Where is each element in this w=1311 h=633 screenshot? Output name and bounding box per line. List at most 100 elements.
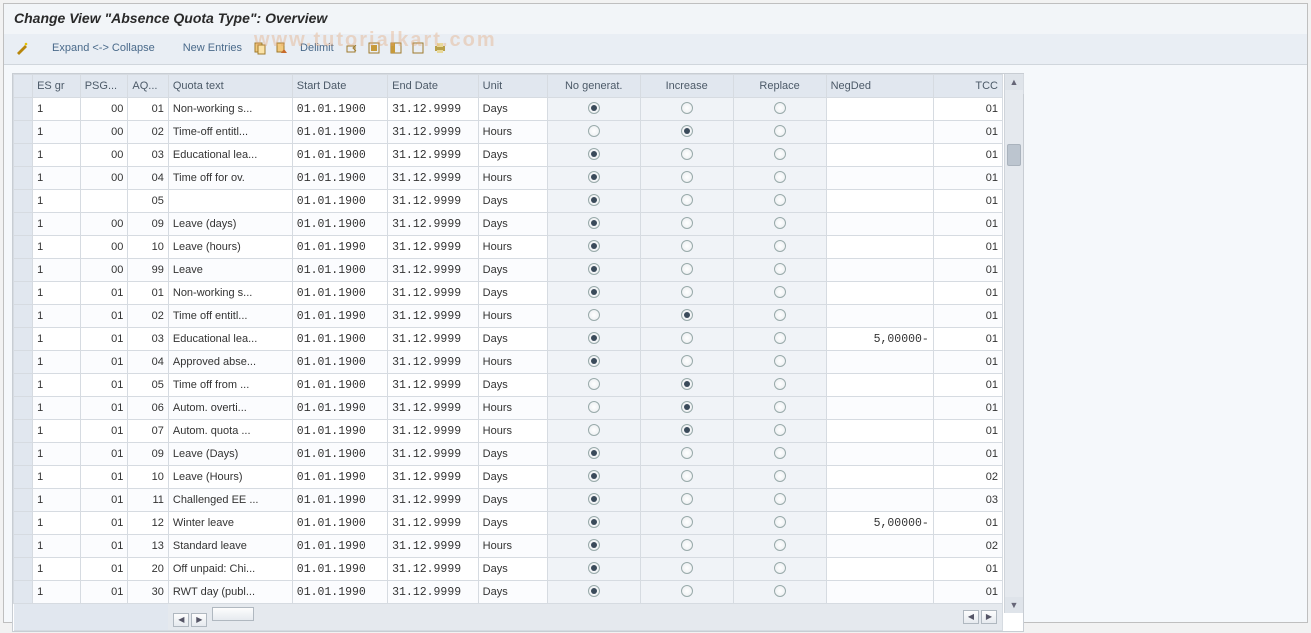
cell-esgr[interactable]: 1 [33, 282, 81, 305]
cell-replace-radio[interactable] [774, 263, 786, 275]
cell-nogen-radio[interactable] [588, 516, 600, 528]
cell-quotatext[interactable]: Leave [168, 259, 292, 282]
cell-quotatext[interactable] [168, 190, 292, 213]
cell-tcc[interactable]: 01 [933, 236, 1002, 259]
cell-replace[interactable] [733, 305, 826, 328]
cell-tcc[interactable]: 01 [933, 443, 1002, 466]
cell-replace[interactable] [733, 420, 826, 443]
cell-replace[interactable] [733, 328, 826, 351]
col-negded[interactable]: NegDed [826, 75, 933, 98]
cell-startdate[interactable]: 01.01.1900 [292, 443, 387, 466]
cell-replace[interactable] [733, 213, 826, 236]
table-row[interactable]: 10112Winter leave01.01.190031.12.9999Day… [14, 512, 1003, 535]
new-entries-button[interactable]: New Entries [179, 38, 246, 58]
cell-negded[interactable] [826, 420, 933, 443]
cell-increase-radio[interactable] [681, 240, 693, 252]
cell-nogen-radio[interactable] [588, 309, 600, 321]
row-selector[interactable] [14, 397, 33, 420]
cell-unit[interactable]: Days [478, 512, 547, 535]
table-row[interactable]: 10003Educational lea...01.01.190031.12.9… [14, 144, 1003, 167]
cell-replace-radio[interactable] [774, 447, 786, 459]
cell-aq[interactable]: 99 [128, 259, 169, 282]
cell-replace[interactable] [733, 190, 826, 213]
hscroll-left-button[interactable]: ◀ [173, 613, 189, 627]
cell-replace[interactable] [733, 98, 826, 121]
cell-increase[interactable] [640, 144, 733, 167]
cell-increase[interactable] [640, 420, 733, 443]
cell-nogen[interactable] [547, 236, 640, 259]
cell-replace-radio[interactable] [774, 102, 786, 114]
cell-esgr[interactable]: 1 [33, 98, 81, 121]
cell-nogen[interactable] [547, 167, 640, 190]
cell-quotatext[interactable]: Standard leave [168, 535, 292, 558]
cell-enddate[interactable]: 31.12.9999 [388, 282, 479, 305]
cell-esgr[interactable]: 1 [33, 305, 81, 328]
cell-increase-radio[interactable] [681, 102, 693, 114]
cell-tcc[interactable]: 01 [933, 190, 1002, 213]
cell-psg[interactable]: 00 [80, 259, 128, 282]
cell-negded[interactable] [826, 351, 933, 374]
cell-nogen[interactable] [547, 581, 640, 604]
cell-esgr[interactable]: 1 [33, 259, 81, 282]
cell-quotatext[interactable]: Leave (Days) [168, 443, 292, 466]
row-selector[interactable] [14, 374, 33, 397]
row-selector[interactable] [14, 581, 33, 604]
cell-psg[interactable]: 01 [80, 374, 128, 397]
cell-replace-radio[interactable] [774, 332, 786, 344]
cell-quotatext[interactable]: Autom. overti... [168, 397, 292, 420]
cell-unit[interactable]: Days [478, 282, 547, 305]
cell-startdate[interactable]: 01.01.1900 [292, 144, 387, 167]
table-row[interactable]: 10106Autom. overti...01.01.199031.12.999… [14, 397, 1003, 420]
cell-unit[interactable]: Days [478, 581, 547, 604]
cell-replace[interactable] [733, 236, 826, 259]
cell-aq[interactable]: 02 [128, 305, 169, 328]
cell-nogen[interactable] [547, 397, 640, 420]
cell-replace[interactable] [733, 144, 826, 167]
cell-quotatext[interactable]: Time-off entitl... [168, 121, 292, 144]
cell-nogen-radio[interactable] [588, 539, 600, 551]
cell-tcc[interactable]: 02 [933, 535, 1002, 558]
cell-startdate[interactable]: 01.01.1990 [292, 535, 387, 558]
cell-nogen-radio[interactable] [588, 125, 600, 137]
cell-increase-radio[interactable] [681, 217, 693, 229]
table-row[interactable]: 10105Time off from ...01.01.190031.12.99… [14, 374, 1003, 397]
cell-increase-radio[interactable] [681, 516, 693, 528]
cell-replace-radio[interactable] [774, 194, 786, 206]
cell-tcc[interactable]: 01 [933, 512, 1002, 535]
cell-negded[interactable] [826, 535, 933, 558]
cell-unit[interactable]: Days [478, 259, 547, 282]
cell-psg[interactable]: 00 [80, 144, 128, 167]
cell-increase[interactable] [640, 98, 733, 121]
cell-unit[interactable]: Days [478, 374, 547, 397]
cell-aq[interactable]: 07 [128, 420, 169, 443]
cell-quotatext[interactable]: Approved abse... [168, 351, 292, 374]
hscroll-left2-button[interactable]: ◀ [963, 610, 979, 624]
cell-increase-radio[interactable] [681, 125, 693, 137]
cell-nogen[interactable] [547, 351, 640, 374]
cell-psg[interactable]: 01 [80, 581, 128, 604]
cell-tcc[interactable]: 01 [933, 374, 1002, 397]
cell-negded[interactable] [826, 443, 933, 466]
cell-replace-radio[interactable] [774, 585, 786, 597]
cell-increase[interactable] [640, 328, 733, 351]
col-startdate[interactable]: Start Date [292, 75, 387, 98]
cell-startdate[interactable]: 01.01.1900 [292, 328, 387, 351]
cell-startdate[interactable]: 01.01.1900 [292, 121, 387, 144]
cell-nogen-radio[interactable] [588, 424, 600, 436]
select-all-icon[interactable] [366, 40, 382, 56]
hscroll-thumb[interactable] [212, 607, 254, 621]
cell-increase[interactable] [640, 259, 733, 282]
cell-replace[interactable] [733, 558, 826, 581]
table-row[interactable]: 10110Leave (Hours)01.01.199031.12.9999Da… [14, 466, 1003, 489]
cell-psg[interactable]: 01 [80, 466, 128, 489]
cell-nogen[interactable] [547, 328, 640, 351]
cell-psg[interactable]: 01 [80, 489, 128, 512]
cell-esgr[interactable]: 1 [33, 420, 81, 443]
cell-psg[interactable]: 01 [80, 282, 128, 305]
cell-enddate[interactable]: 31.12.9999 [388, 213, 479, 236]
table-row[interactable]: 10002Time-off entitl...01.01.190031.12.9… [14, 121, 1003, 144]
cell-increase[interactable] [640, 305, 733, 328]
cell-negded[interactable] [826, 558, 933, 581]
row-selector[interactable] [14, 558, 33, 581]
row-selector[interactable] [14, 443, 33, 466]
